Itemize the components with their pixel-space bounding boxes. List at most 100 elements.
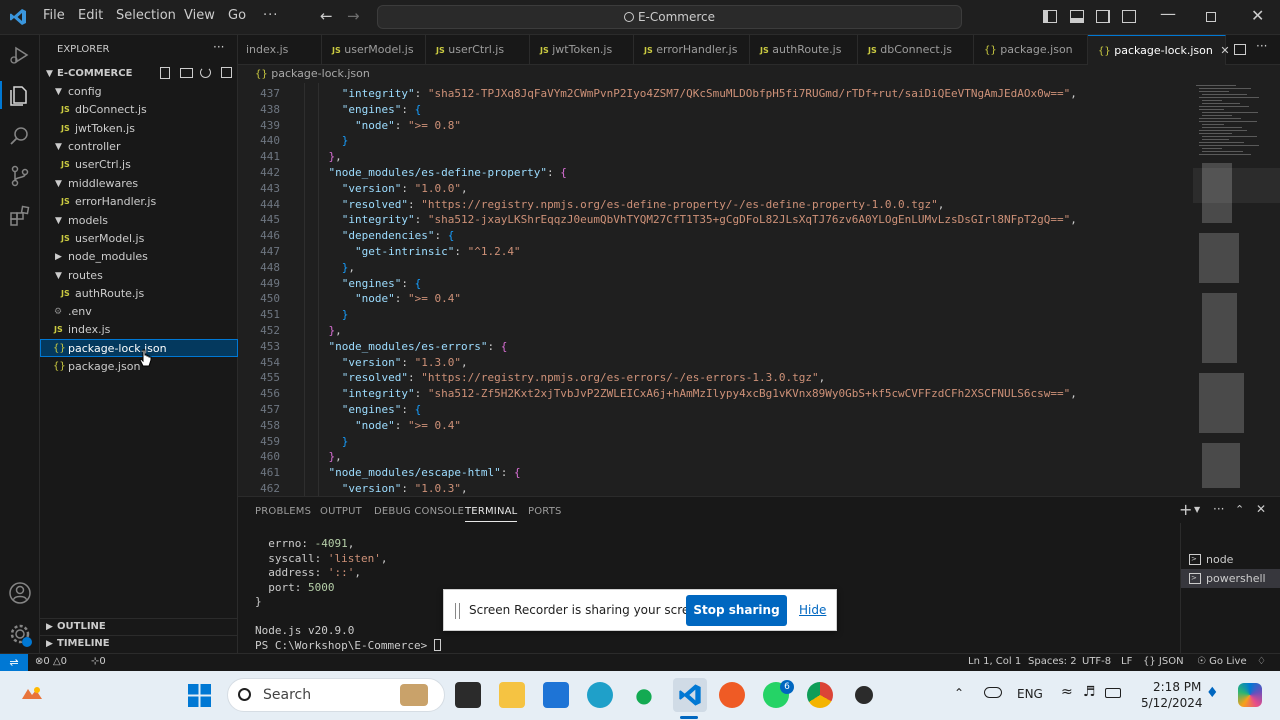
tree-folder-config[interactable]: ▼ config — [40, 83, 238, 101]
accounts-icon[interactable] — [8, 581, 32, 605]
chrome-icon[interactable] — [807, 682, 833, 708]
explorer-icon[interactable] — [8, 83, 32, 107]
menu-selection[interactable]: Selection — [116, 8, 176, 23]
extensions-icon[interactable] — [8, 204, 32, 228]
drag-handle-icon[interactable] — [455, 603, 460, 619]
menu-go[interactable]: Go — [228, 8, 246, 23]
tree-folder-models[interactable]: ▼ models — [40, 212, 238, 230]
tab-errorhandler-js[interactable]: JS errorHandler.js — [634, 35, 750, 65]
volume-icon[interactable]: ♬ — [1083, 684, 1096, 700]
panel-tab-output[interactable]: OUTPUT — [320, 506, 362, 517]
tree-folder-middlewares[interactable]: ▼ middlewares — [40, 175, 238, 193]
tree-file-errorhandler[interactable]: JS errorHandler.js — [40, 193, 238, 211]
problems-status[interactable]: ⊗0 △0 — [35, 656, 67, 667]
more-actions-icon[interactable]: ··· — [1256, 39, 1267, 53]
language-mode[interactable]: {} JSON — [1143, 656, 1184, 667]
tree-file-jwttoken[interactable]: JS jwtToken.js — [40, 120, 238, 138]
command-center[interactable]: E-Commerce — [377, 5, 962, 29]
new-terminal-icon[interactable]: + — [1179, 500, 1192, 519]
toggle-secondary-sidebar-icon[interactable] — [1096, 10, 1110, 23]
maximize-panel-icon[interactable]: ⌃ — [1235, 503, 1244, 516]
tree-file-index[interactable]: JS index.js — [40, 321, 238, 339]
toggle-primary-sidebar-icon[interactable] — [1043, 10, 1057, 23]
tree-file-userctrl[interactable]: JS userCtrl.js — [40, 156, 238, 174]
windows-start-icon[interactable] — [188, 684, 211, 707]
cursor-position[interactable]: Ln 1, Col 1 — [968, 656, 1021, 667]
end-of-line[interactable]: LF — [1121, 656, 1132, 667]
collapse-all-icon[interactable] — [221, 67, 232, 78]
terminal-item-powershell[interactable]: > powershell — [1181, 569, 1280, 588]
chevron-down-icon[interactable]: ▼ — [46, 69, 53, 79]
chevron-down-icon[interactable]: ▼ — [1194, 505, 1200, 514]
outline-section[interactable]: ▶ OUTLINE — [40, 618, 238, 636]
explorer-more-icon[interactable]: ··· — [213, 40, 224, 54]
tab-package-lock-json[interactable]: {} package-lock.json ✕ — [1088, 35, 1230, 65]
microsoft-store-icon[interactable] — [543, 682, 569, 708]
terminal-item-node[interactable]: > node — [1181, 550, 1280, 569]
new-file-icon[interactable] — [160, 67, 170, 79]
clock-date[interactable]: 5/12/2024 — [1141, 696, 1203, 710]
tab-authroute-js[interactable]: JS authRoute.js — [750, 35, 858, 65]
tree-file-authroute[interactable]: JS authRoute.js — [40, 285, 238, 303]
refresh-icon[interactable] — [200, 67, 211, 78]
forward-arrow-icon[interactable]: → — [347, 7, 360, 25]
breadcrumb[interactable]: {} package-lock.json — [238, 65, 1193, 83]
tree-folder-node-modules[interactable]: ▶ node_modules — [40, 248, 238, 266]
customize-layout-icon[interactable] — [1122, 10, 1136, 23]
restore-icon[interactable] — [1206, 12, 1216, 22]
widgets-icon[interactable] — [20, 685, 44, 705]
hide-link[interactable]: Hide — [799, 603, 826, 617]
tab-package-json[interactable]: {} package.json — [974, 35, 1088, 65]
menu-view[interactable]: View — [184, 8, 215, 23]
vscode-taskbar-icon[interactable] — [673, 678, 707, 712]
tab-usermodel-js[interactable]: JS userModel.js — [322, 35, 426, 65]
close-window-icon[interactable]: ✕ — [1251, 6, 1264, 25]
panel-tab-terminal[interactable]: TERMINAL — [465, 506, 518, 522]
mongodb-compass-icon[interactable]: ● — [631, 682, 657, 708]
indentation[interactable]: Spaces: 2 — [1028, 656, 1077, 667]
battery-icon[interactable] — [1105, 688, 1121, 698]
panel-tab-debug-console[interactable]: DEBUG CONSOLE — [374, 506, 464, 517]
run-debug-icon[interactable] — [8, 43, 32, 67]
language-indicator[interactable]: ENG — [1017, 687, 1043, 701]
close-panel-icon[interactable]: ✕ — [1256, 502, 1266, 516]
minimap[interactable] — [1193, 83, 1280, 496]
tree-file-env[interactable]: ⚙ .env — [40, 303, 238, 321]
panel-tab-ports[interactable]: PORTS — [528, 506, 562, 517]
wifi-icon[interactable]: ≈ — [1061, 684, 1073, 700]
tab-jwttoken-js[interactable]: JS jwtToken.js — [530, 35, 634, 65]
edge-browser-icon[interactable] — [587, 682, 613, 708]
show-hidden-icons-icon[interactable]: ⌃ — [954, 686, 964, 700]
taskbar-search-box[interactable]: Search — [227, 678, 445, 712]
tree-file-usermodel[interactable]: JS userModel.js — [40, 230, 238, 248]
screen-recorder-icon[interactable] — [851, 682, 877, 708]
tree-file-dbconnect[interactable]: JS dbConnect.js — [40, 101, 238, 119]
tab-dbconnect-js[interactable]: JS dbConnect.js — [858, 35, 974, 65]
notification-bell-icon[interactable]: ♦ — [1206, 685, 1219, 701]
ports-status[interactable]: ⊹0 — [91, 656, 106, 667]
toggle-panel-icon[interactable] — [1070, 10, 1084, 23]
search-view-icon[interactable] — [8, 124, 32, 148]
menu-more[interactable]: ··· — [263, 8, 278, 23]
task-view-icon[interactable] — [455, 682, 481, 708]
clock-time[interactable]: 2:18 PM — [1153, 680, 1201, 694]
menu-edit[interactable]: Edit — [78, 8, 103, 23]
postman-icon[interactable] — [719, 682, 745, 708]
code-editor[interactable]: 437 "integrity": "sha512-TPJXq8JqFaVYm2C… — [238, 83, 1193, 496]
encoding[interactable]: UTF-8 — [1082, 656, 1111, 667]
remote-indicator-icon[interactable]: ⇌ — [0, 654, 28, 672]
onedrive-cloud-icon[interactable] — [984, 687, 1002, 698]
menu-file[interactable]: File — [43, 8, 65, 23]
tab-userctrl-js[interactable]: JS userCtrl.js — [426, 35, 530, 65]
tab-index-js[interactable]: index.js — [238, 35, 322, 65]
source-control-icon[interactable] — [8, 164, 32, 188]
new-folder-icon[interactable] — [180, 68, 193, 78]
tree-folder-routes[interactable]: ▼ routes — [40, 267, 238, 285]
file-explorer-icon[interactable] — [499, 682, 525, 708]
minimize-icon[interactable]: — — [1160, 4, 1176, 23]
split-editor-icon[interactable] — [1234, 44, 1246, 55]
notifications-icon[interactable]: ♢ — [1257, 656, 1266, 667]
project-root[interactable]: E-COMMERCE — [57, 68, 132, 79]
close-tab-icon[interactable]: ✕ — [1220, 44, 1229, 57]
stop-sharing-button[interactable]: Stop sharing — [686, 595, 787, 626]
